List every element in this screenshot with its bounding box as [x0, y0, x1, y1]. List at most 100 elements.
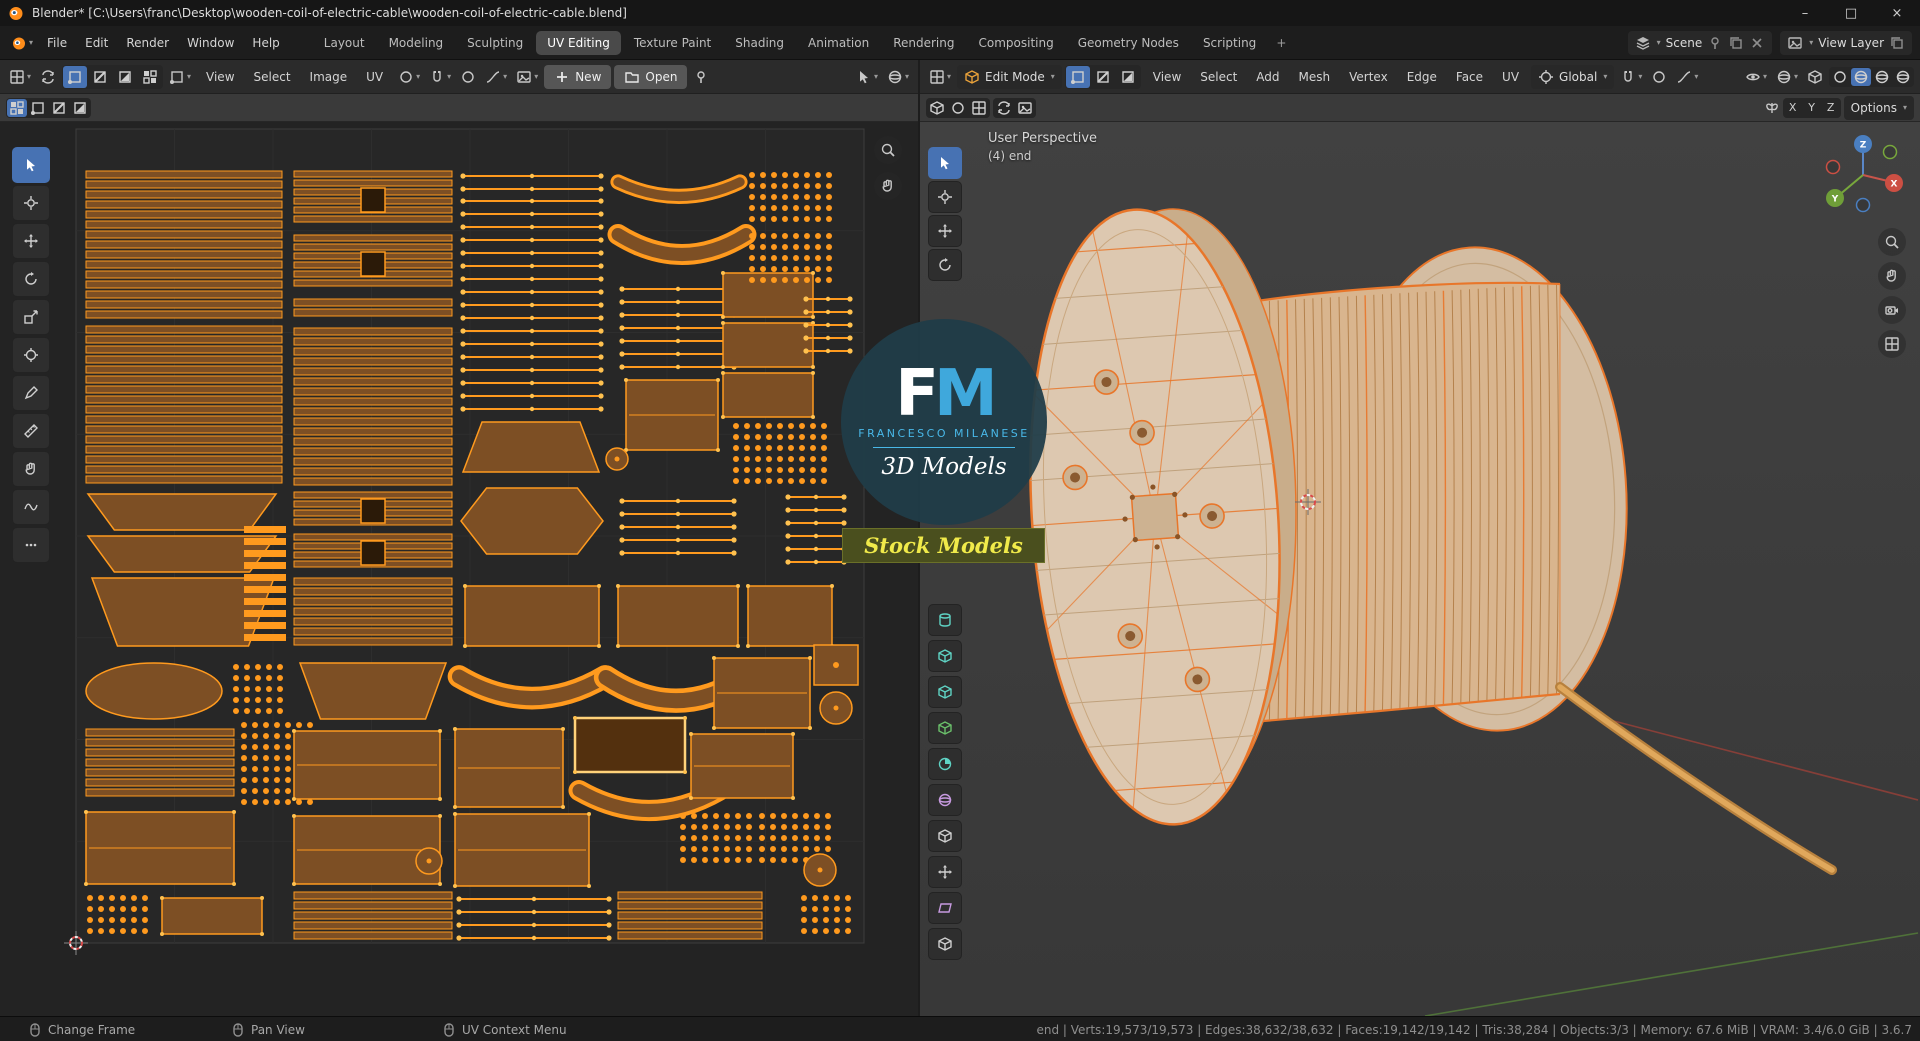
- uv-island[interactable]: [85, 170, 283, 319]
- workspace-tab-scripting[interactable]: Scripting: [1192, 31, 1267, 55]
- tweak-tool[interactable]: [12, 147, 50, 183]
- workspace-tab-uv-editing[interactable]: UV Editing: [536, 30, 621, 55]
- menu-window[interactable]: Window: [178, 32, 243, 54]
- overlays-toggle[interactable]: ▾: [1773, 65, 1801, 89]
- uv-island[interactable]: [624, 378, 720, 452]
- transform-tool[interactable]: [12, 337, 50, 373]
- viewport-menu-select[interactable]: Select: [1191, 66, 1246, 88]
- snap-toggle[interactable]: ▾: [1617, 65, 1645, 89]
- viewport-menu-face[interactable]: Face: [1447, 66, 1492, 88]
- viewport-canvas-area[interactable]: [920, 122, 1920, 1016]
- scene-selector[interactable]: ▾ Scene: [1627, 30, 1773, 55]
- workspace-tab-geometry-nodes[interactable]: Geometry Nodes: [1067, 31, 1190, 55]
- workspace-tab-rendering[interactable]: Rendering: [882, 31, 965, 55]
- show-gizmo-toggle[interactable]: ▾: [1742, 65, 1770, 89]
- viewport-camera-button[interactable]: [1878, 296, 1906, 324]
- uv-island[interactable]: [819, 691, 853, 725]
- mode-selector[interactable]: Edit Mode ▾: [957, 64, 1062, 89]
- live-unwrap-toggle[interactable]: [1015, 99, 1035, 117]
- snap-base-toggle[interactable]: [969, 99, 989, 117]
- viewport-canvas[interactable]: [920, 122, 1920, 1016]
- unlink-scene-icon[interactable]: [1749, 35, 1765, 51]
- shrink-flatten-tool[interactable]: [928, 928, 962, 960]
- uv-island[interactable]: [453, 812, 591, 888]
- uv-pan-button[interactable]: [874, 172, 902, 200]
- face-select-mode-button[interactable]: [1116, 66, 1140, 88]
- menu-help[interactable]: Help: [243, 32, 288, 54]
- workspace-tab-layout[interactable]: Layout: [313, 31, 376, 55]
- add-workspace-button[interactable]: +: [1269, 31, 1293, 55]
- scale-tool[interactable]: [12, 299, 50, 335]
- rotate-tool[interactable]: [928, 249, 962, 281]
- solid-shading-button[interactable]: [1851, 67, 1871, 86]
- xray-toggle[interactable]: [1804, 65, 1826, 89]
- uv-select-island-button[interactable]: [138, 66, 162, 88]
- bevel-tool[interactable]: [928, 676, 962, 708]
- knife-tool[interactable]: [928, 748, 962, 780]
- orientation-selector[interactable]: Global ▾: [1531, 64, 1615, 89]
- cursor-tool[interactable]: [12, 185, 50, 221]
- uv-island[interactable]: [84, 810, 236, 886]
- uv-island[interactable]: [292, 814, 442, 886]
- uv-island[interactable]: [721, 371, 815, 419]
- uv-proportional-edit-toggle[interactable]: [457, 65, 479, 89]
- uv-island[interactable]: [461, 421, 601, 473]
- mirror-x-button[interactable]: X: [1784, 99, 1802, 117]
- wireframe-shading-button[interactable]: [1830, 68, 1850, 86]
- inset-faces-tool[interactable]: [928, 640, 962, 672]
- material-shading-button[interactable]: [1872, 68, 1892, 86]
- new-scene-icon[interactable]: [1728, 35, 1744, 51]
- uv-mode-toggle-4[interactable]: [70, 99, 90, 117]
- uv-zoom-button[interactable]: [874, 136, 902, 164]
- uv-island[interactable]: [86, 493, 278, 531]
- uv-island[interactable]: [712, 656, 812, 730]
- workspace-tab-sculpting[interactable]: Sculpting: [456, 31, 534, 55]
- rotate-tool[interactable]: [12, 261, 50, 297]
- uv-island[interactable]: [605, 447, 629, 471]
- extrude-region-tool[interactable]: [928, 604, 962, 636]
- uv-island[interactable]: [293, 891, 453, 940]
- uv-mode-toggle-2[interactable]: [28, 99, 48, 117]
- viewport-menu-view[interactable]: View: [1144, 66, 1190, 88]
- poly-build-tool[interactable]: [928, 784, 962, 816]
- uv-island[interactable]: [293, 577, 453, 646]
- new-image-button[interactable]: New: [544, 64, 612, 89]
- menu-render[interactable]: Render: [117, 32, 178, 54]
- blender-app-menu[interactable]: ▾: [8, 31, 36, 55]
- mirror-z-button[interactable]: Z: [1822, 99, 1840, 117]
- uv-island[interactable]: [746, 584, 834, 648]
- grab-tool[interactable]: [12, 451, 50, 487]
- uv-island[interactable]: [460, 487, 604, 555]
- uv-mode-toggle-3[interactable]: [49, 99, 69, 117]
- editor-type-button[interactable]: ▾: [926, 65, 954, 89]
- uv-island[interactable]: [160, 896, 264, 936]
- uv-mode-toggle-1[interactable]: [7, 98, 27, 117]
- falloff-button[interactable]: ▾: [1673, 65, 1701, 89]
- sticky-select-button[interactable]: ▾: [166, 65, 194, 89]
- viewport-menu-edge[interactable]: Edge: [1398, 66, 1446, 88]
- new-view-layer-icon[interactable]: [1889, 35, 1905, 51]
- uv-select-face-button[interactable]: [113, 66, 137, 88]
- proportional-edit-toggle[interactable]: [1648, 65, 1670, 89]
- maximize-button[interactable]: □: [1828, 0, 1874, 26]
- uv-sync-toggle[interactable]: [994, 99, 1014, 117]
- uv-pivot-button[interactable]: ▾: [395, 65, 423, 89]
- relax-tool[interactable]: [12, 489, 50, 525]
- edge-slide-tool[interactable]: [928, 892, 962, 924]
- uv-island[interactable]: [721, 271, 815, 319]
- move-tool[interactable]: [12, 223, 50, 259]
- annotate-tool[interactable]: [12, 375, 50, 411]
- uv-island[interactable]: [573, 716, 687, 774]
- viewport-menu-uv[interactable]: UV: [1493, 66, 1528, 88]
- uv-select-vertex-button[interactable]: [63, 65, 88, 88]
- minimize-button[interactable]: –: [1782, 0, 1828, 26]
- pin-icon[interactable]: [1707, 35, 1723, 51]
- vertex-select-mode-button[interactable]: [1065, 65, 1090, 88]
- pinch-tool[interactable]: [12, 527, 50, 563]
- uv-island[interactable]: [803, 853, 837, 887]
- view-layer-selector[interactable]: ▾ View Layer: [1780, 30, 1912, 55]
- uv-menu-view[interactable]: View: [197, 66, 243, 88]
- uv-island[interactable]: [298, 662, 448, 720]
- viewport-zoom-button[interactable]: [1878, 228, 1906, 256]
- select-box-tool[interactable]: [928, 147, 962, 179]
